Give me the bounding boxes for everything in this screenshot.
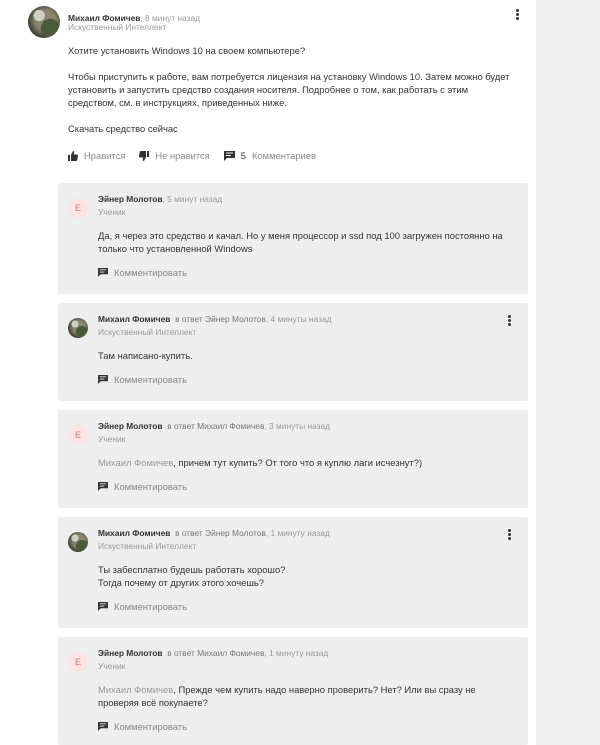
comment-reply-to[interactable]: в ответ Михаил Фомичев — [167, 421, 264, 431]
comment-mention[interactable]: Михаил Фомичев — [98, 684, 173, 695]
comments-count: 5 — [240, 150, 246, 161]
comment-reply-label: Комментировать — [114, 481, 187, 492]
comment-icon — [98, 722, 108, 731]
dislike-label: Не нравится — [155, 150, 210, 161]
comment-reply-button[interactable]: Комментировать — [98, 267, 187, 278]
commenter-avatar[interactable]: Е — [68, 198, 88, 218]
comment-reply-label: Комментировать — [114, 267, 187, 278]
comment-menu-icon[interactable] — [504, 314, 514, 328]
post-paragraph: Чтобы приступить к работе, вам потребует… — [68, 71, 510, 108]
comment-icon — [223, 150, 235, 161]
comment-reply-button[interactable]: Комментировать — [98, 721, 187, 732]
comment-reply-to[interactable]: в ответ Эйнер Молотов — [175, 314, 266, 324]
comment-author-name[interactable]: Эйнер Молотов — [98, 421, 163, 431]
comment-author-role: Искуственный Интеллект — [98, 541, 197, 551]
comment-reply-label: Комментировать — [114, 374, 187, 385]
comment-reply-button[interactable]: Комментировать — [98, 601, 187, 612]
comment-card: Михаил Фомичев в ответ Эйнер Молотов, 4 … — [58, 303, 528, 401]
comment-time: , 3 минуты назад — [264, 421, 331, 431]
comment-time: , 4 минуты назад — [265, 314, 332, 324]
comment-icon — [98, 375, 108, 384]
like-button[interactable]: Нравится — [68, 150, 125, 161]
comment-mention[interactable]: Михаил Фомичев — [98, 457, 173, 468]
comment-text: Да, я через это средство и качал. Но у м… — [98, 230, 503, 254]
comment-author-name[interactable]: Михаил Фомичев — [98, 314, 170, 324]
comment-header: Эйнер Молотов, 5 минут назад — [98, 194, 222, 204]
comment-reply-button[interactable]: Комментировать — [98, 481, 187, 492]
post-menu-icon[interactable] — [512, 8, 522, 22]
comment-text-body: , причем тут купить? От того что я куплю… — [173, 457, 423, 468]
comment-header: Михаил Фомичев в ответ Эйнер Молотов, 1 … — [98, 528, 330, 538]
post-paragraph: Хотите установить Windows 10 на своем ко… — [68, 45, 306, 56]
comment-time: , 5 минут назад — [162, 194, 223, 204]
comment-card: Е Эйнер Молотов, 5 минут назад Ученик Да… — [58, 183, 528, 294]
author-avatar[interactable] — [28, 6, 60, 38]
comment-author-role: Искуственный Интеллект — [98, 327, 197, 337]
comment-card: Е Эйнер Молотов в ответ Михаил Фомичев, … — [58, 410, 528, 508]
commenter-avatar[interactable] — [68, 318, 88, 338]
comment-text: Михаил Фомичев, причем тут купить? От то… — [98, 456, 518, 469]
comment-card: Е Эйнер Молотов в ответ Михаил Фомичев, … — [58, 637, 528, 745]
comment-reply-to[interactable]: в ответ Эйнер Молотов — [175, 528, 266, 538]
comment-author-role: Ученик — [98, 661, 126, 671]
comment-author-name[interactable]: Михаил Фомичев — [98, 528, 170, 538]
page: Михаил Фомичев, 8 минут назад Искуственн… — [0, 0, 536, 745]
comment-time: , 1 минуту назад — [264, 648, 329, 658]
post-actions: Нравится Не нравится 5 Комментариев — [68, 150, 330, 161]
comment-reply-button[interactable]: Комментировать — [98, 374, 187, 385]
comment-reply-label: Комментировать — [114, 721, 187, 732]
like-label: Нравится — [84, 150, 126, 161]
comment-header: Михаил Фомичев в ответ Эйнер Молотов, 4 … — [98, 314, 332, 324]
comment-author-name[interactable]: Эйнер Молотов — [98, 194, 163, 204]
post-body: Хотите установить Windows 10 на своем ко… — [68, 44, 518, 148]
dislike-button[interactable]: Не нравится — [139, 150, 210, 161]
comment-menu-icon[interactable] — [504, 528, 514, 542]
comment-header: Эйнер Молотов в ответ Михаил Фомичев, 3 … — [98, 421, 330, 431]
comment-text: Михаил Фомичев, Прежде чем купить надо н… — [98, 683, 518, 709]
comments-label: Комментариев — [251, 150, 316, 161]
commenter-avatar[interactable]: Е — [68, 425, 88, 445]
comment-author-role: Ученик — [98, 207, 126, 217]
comment-icon — [98, 268, 108, 277]
comment-card: Михаил Фомичев в ответ Эйнер Молотов, 1 … — [58, 517, 528, 628]
thumbs-down-icon — [139, 150, 150, 161]
thumbs-up-icon — [68, 150, 78, 161]
comment-reply-to[interactable]: в ответ Михаил Фомичев — [167, 648, 264, 658]
commenter-avatar[interactable] — [68, 532, 88, 552]
commenter-avatar[interactable]: Е — [68, 652, 88, 672]
comment-text: Там написано-купить. — [98, 350, 193, 361]
comment-text: Ты забесплатно будешь работать хорошо? Т… — [98, 564, 286, 588]
comment-author-role: Ученик — [98, 434, 126, 444]
comment-author-name[interactable]: Эйнер Молотов — [98, 648, 163, 658]
comment-icon — [98, 482, 108, 491]
comment-icon — [98, 602, 108, 611]
comment-time: , 1 минуту назад — [265, 528, 330, 538]
comments-button[interactable]: 5 Комментариев — [223, 150, 316, 161]
comment-header: Эйнер Молотов в ответ Михаил Фомичев, 1 … — [98, 648, 328, 658]
download-link[interactable]: Скачать средство сейчас — [68, 122, 518, 135]
post-author-role: Искуственный Интеллект — [68, 22, 167, 32]
comment-reply-label: Комментировать — [114, 601, 187, 612]
